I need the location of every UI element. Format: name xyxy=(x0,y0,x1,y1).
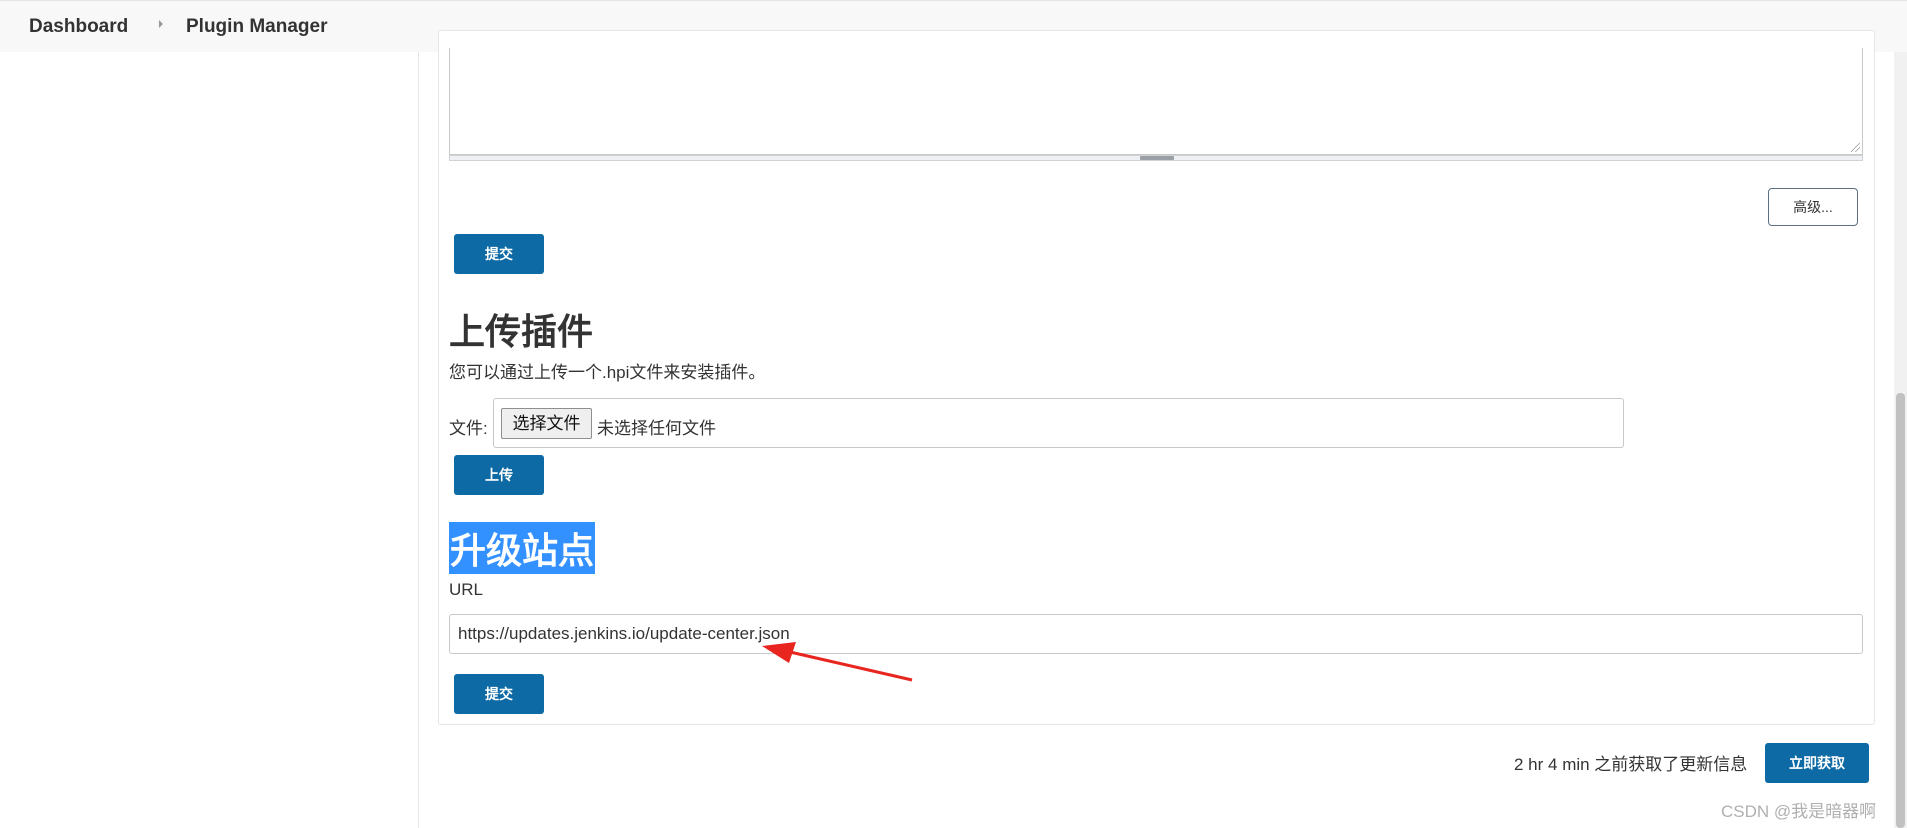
file-label: 文件: xyxy=(449,419,488,438)
sidebar-divider xyxy=(418,52,419,828)
submit-proxy-button[interactable]: 提交 xyxy=(454,234,544,274)
textarea-resize-handle[interactable] xyxy=(449,155,1863,161)
chevron-right-icon xyxy=(159,20,163,28)
file-status-text: 未选择任何文件 xyxy=(597,419,716,438)
breadcrumb-dashboard-link[interactable]: Dashboard xyxy=(29,16,128,38)
scrollbar-thumb[interactable] xyxy=(1896,393,1905,828)
choose-file-button[interactable]: 选择文件 xyxy=(501,408,592,439)
submit-update-site-button[interactable]: 提交 xyxy=(454,674,544,714)
update-info-status: 2 hr 4 min 之前获取了更新信息 xyxy=(1514,755,1748,774)
update-site-url-input[interactable]: https://updates.jenkins.io/update-center… xyxy=(449,614,1863,654)
check-now-button[interactable]: 立即获取 xyxy=(1765,743,1869,783)
proxy-textarea[interactable] xyxy=(449,48,1863,155)
resize-grip-icon[interactable] xyxy=(1851,143,1860,152)
url-label: URL xyxy=(449,580,484,599)
drag-handle-icon[interactable] xyxy=(1140,156,1174,160)
upload-plugin-description: 您可以通过上传一个.hpi文件来安装插件。 xyxy=(449,363,766,382)
upload-button[interactable]: 上传 xyxy=(454,455,544,495)
advanced-button[interactable]: 高级... xyxy=(1768,188,1858,226)
breadcrumb-plugin-manager-link[interactable]: Plugin Manager xyxy=(186,16,327,38)
upload-plugin-title: 上传插件 xyxy=(449,311,594,352)
csdn-watermark: CSDN @我是暗器啊 xyxy=(1721,802,1877,821)
update-site-title: 升级站点 xyxy=(449,522,596,574)
